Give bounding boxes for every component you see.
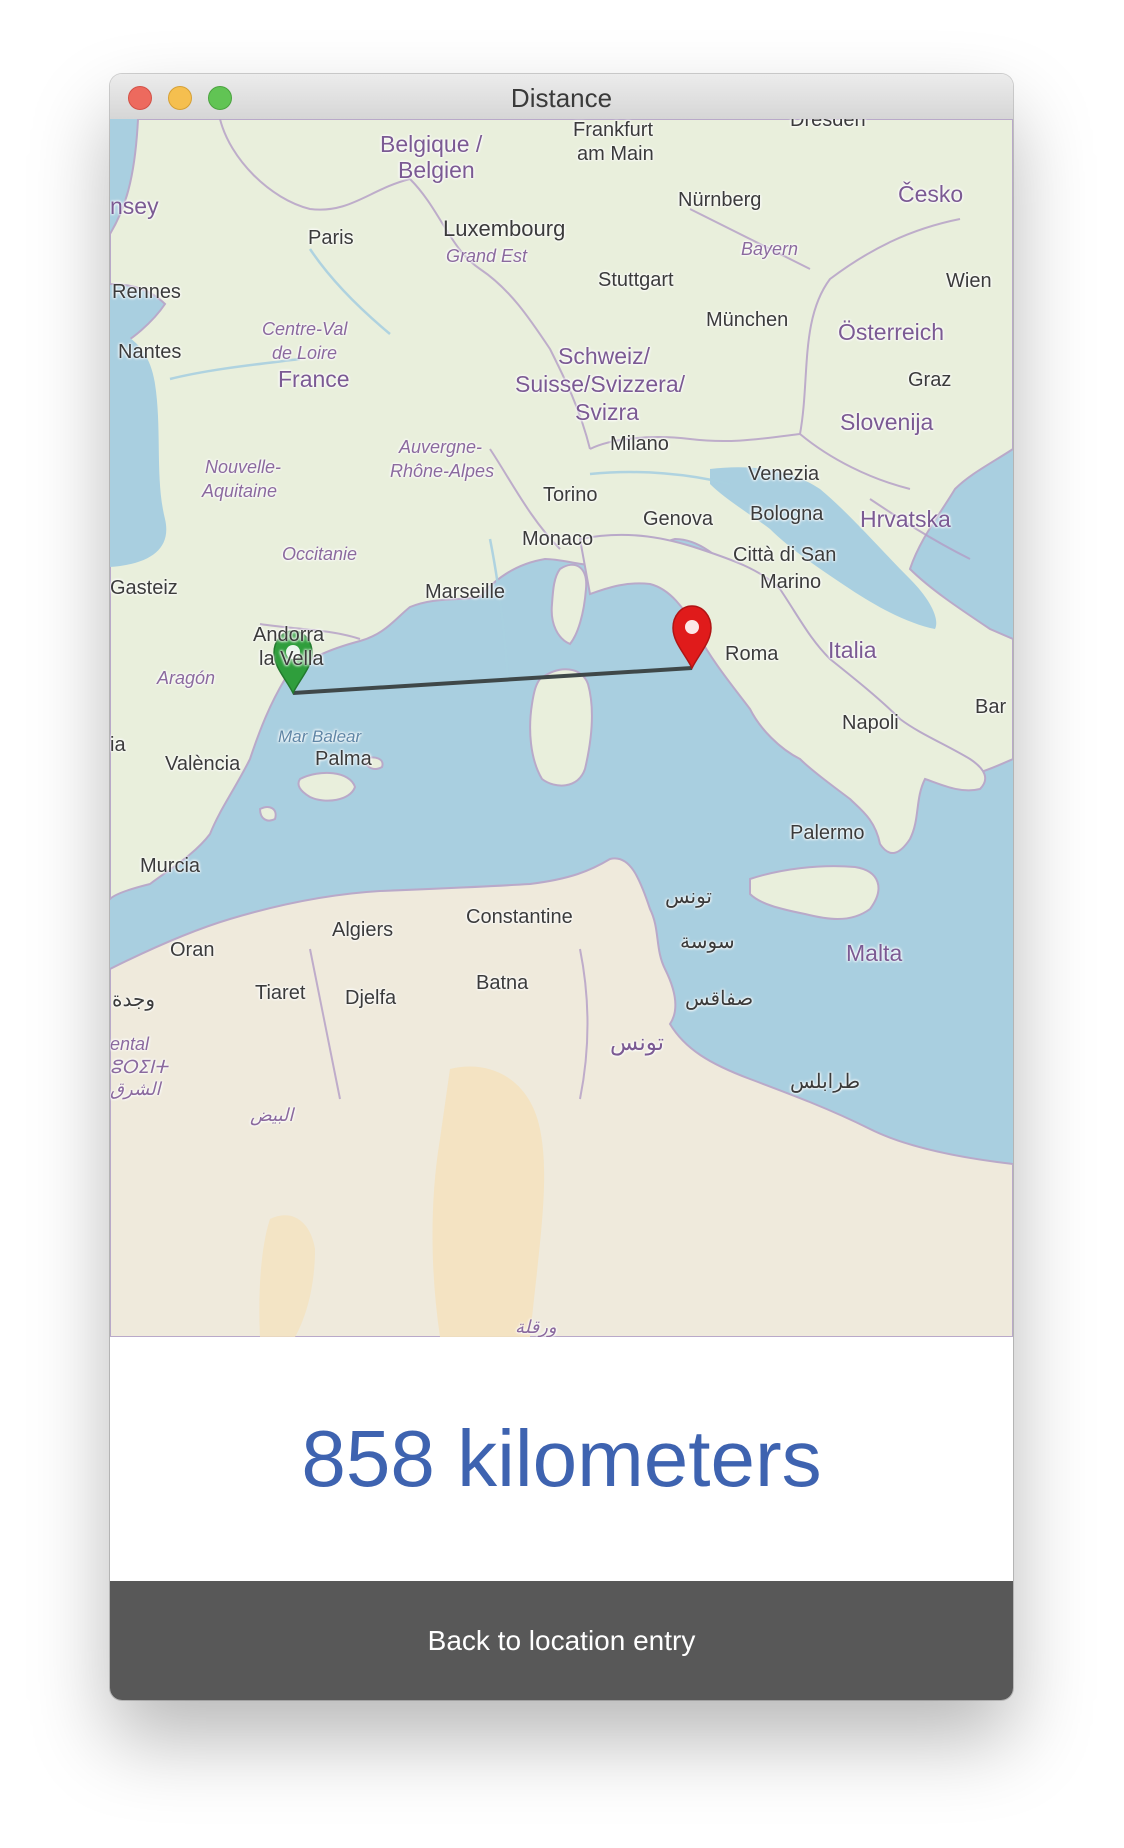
map-label: وجدة	[112, 989, 155, 1011]
map-label: Nürnberg	[678, 189, 762, 211]
map-label: Nouvelle-	[205, 457, 282, 477]
map-label: Monaco	[522, 528, 594, 550]
map-label: Constantine	[466, 906, 573, 928]
map-label: Bar	[975, 696, 1007, 718]
map-label: Suisse/Svizzera/	[515, 371, 686, 397]
map-label: Mar Balear	[278, 727, 362, 746]
map-label: الشرق	[110, 1079, 161, 1099]
map-label: nsey	[110, 193, 159, 219]
map-label: la Vella	[259, 648, 324, 670]
map-label: Bologna	[750, 503, 824, 525]
map-label: Marseille	[425, 581, 506, 603]
map-label: Nantes	[118, 341, 182, 363]
map-label: Frankfurt	[573, 119, 654, 141]
map-label: Hrvatska	[860, 506, 951, 532]
map-label: Bayern	[741, 239, 799, 259]
map-label: Aquitaine	[202, 481, 278, 501]
map-label: Torino	[543, 484, 598, 506]
map-label: سوسة	[680, 931, 735, 953]
map-label: Batna	[476, 972, 529, 994]
map-label: Rhône-Alpes	[390, 461, 495, 481]
map-label: Auvergne-	[399, 437, 483, 457]
map-label: Schweiz/	[558, 343, 651, 369]
map-label: Belgien	[398, 157, 475, 183]
map-label: صفاقس	[685, 988, 754, 1010]
map-label: Dresden	[790, 119, 866, 131]
map-label: France	[278, 366, 350, 392]
map-label: Algiers	[332, 919, 394, 941]
map-label: Aragón	[157, 668, 216, 688]
map-label: Murcia	[140, 855, 201, 877]
map-label: Wien	[946, 270, 992, 292]
map-label: Centre-Val	[262, 319, 348, 339]
map-label: تونس	[610, 1029, 665, 1055]
map-label: ⵓⵔⵉⵏⵜ	[110, 1057, 168, 1077]
map-label: ia	[110, 734, 126, 756]
map-label: Oran	[170, 939, 215, 961]
window-title: Distance	[510, 83, 613, 113]
map-label: Djelfa	[345, 987, 397, 1009]
map-label: البيض	[250, 1105, 294, 1125]
map-view[interactable]: Belgique / Belgien Frankfurt am Main Dre…	[110, 119, 1013, 1337]
map-label: München	[706, 309, 789, 331]
map-label: Svizra	[575, 399, 639, 425]
map-label: de Loire	[272, 343, 338, 363]
map-label: Venezia	[748, 463, 820, 485]
map-label: Österreich	[838, 319, 945, 345]
map-label: Grand Est	[446, 246, 528, 266]
map-label: طرابلس	[790, 1071, 861, 1093]
map-label: ental	[110, 1034, 150, 1054]
distance-text: 858 kilometers	[301, 1414, 822, 1503]
map-label: Andorra	[253, 624, 325, 646]
map-label: Gasteiz	[110, 577, 178, 599]
map-label: Marino	[760, 571, 822, 593]
map-label: Italia	[828, 637, 877, 663]
map-label: Napoli	[842, 712, 899, 734]
title-bar[interactable]: Distance	[110, 74, 1013, 120]
distance-result: 858 kilometers	[110, 1337, 1013, 1581]
map-label: Milano	[610, 433, 669, 455]
map-label: Malta	[846, 940, 903, 966]
map-label: Stuttgart	[598, 269, 674, 291]
map-label: Roma	[725, 643, 779, 665]
map-label: Česko	[898, 181, 964, 207]
map-label: Graz	[908, 369, 952, 391]
map-label: Paris	[308, 227, 354, 249]
map-label: Genova	[643, 508, 714, 530]
map-label: Belgique /	[380, 131, 483, 157]
map-label: Luxembourg	[443, 216, 566, 241]
map-label: Palma	[315, 748, 372, 770]
map-label: Città di San	[733, 544, 837, 566]
back-to-location-entry-button[interactable]: Back to location entry	[110, 1581, 1013, 1700]
map-label: Tiaret	[255, 982, 306, 1004]
map-label: Palermo	[790, 822, 865, 844]
sardinia-land	[529, 668, 593, 787]
app-window: Distance Belgique / Belgien Frankfurt am…	[110, 74, 1013, 1700]
map-label: am Main	[577, 143, 654, 165]
map-label: Slovenija	[840, 409, 934, 435]
map-label: ورقلة	[515, 1317, 557, 1337]
map-label: Occitanie	[282, 544, 358, 564]
map-label: València	[165, 753, 241, 775]
map-label: Rennes	[112, 281, 181, 303]
map-label: تونس	[665, 886, 712, 908]
